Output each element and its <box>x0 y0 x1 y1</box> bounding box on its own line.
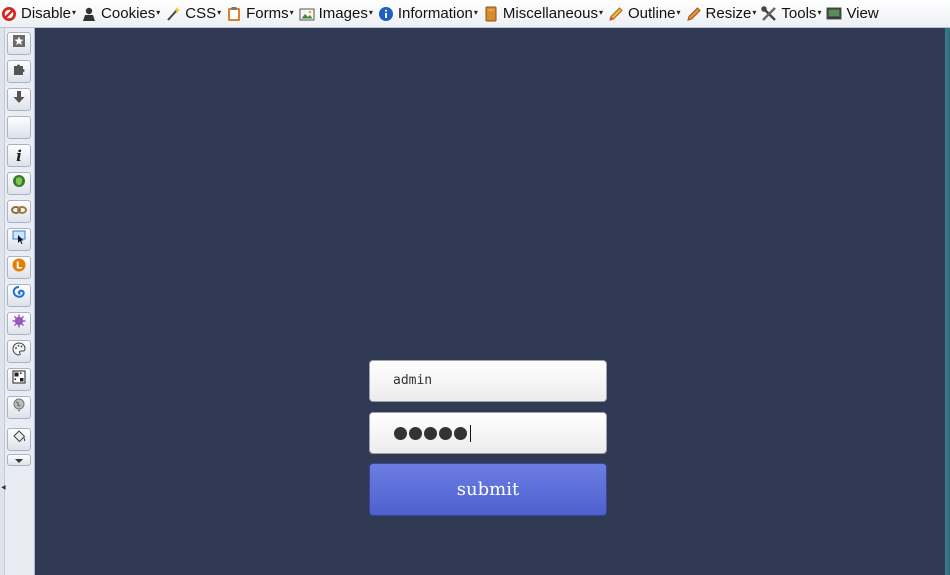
chevron-down-icon: ▾ <box>289 8 294 17</box>
toolbar-images-label: Images <box>318 5 368 22</box>
side-button-swirl[interactable] <box>7 284 31 307</box>
view-monitor-icon <box>826 6 842 22</box>
tools-icon <box>761 5 777 22</box>
toolbar-tools-label: Tools <box>781 5 817 22</box>
collapse-arrow-icon[interactable]: ⯇ <box>0 484 7 493</box>
link-chain-icon <box>11 203 27 221</box>
chevron-down-icon: ▾ <box>368 8 373 17</box>
globe-icon <box>12 398 26 417</box>
password-dot <box>454 426 467 440</box>
side-button-shield[interactable] <box>7 172 31 195</box>
chevron-down-icon: ▾ <box>676 8 681 17</box>
toolbar-miscellaneous-label: Miscellaneous <box>502 5 598 22</box>
disable-icon <box>1 6 17 22</box>
toolbar-information-menu[interactable]: Information ▾ <box>377 1 482 27</box>
toolbar-tools-menu[interactable]: Tools ▾ <box>760 1 825 27</box>
username-value: admin <box>393 373 433 388</box>
purple-burst-icon <box>12 314 26 333</box>
svg-text:L: L <box>16 261 23 272</box>
side-button-grid[interactable] <box>7 368 31 391</box>
toolbar-cookies-menu[interactable]: Cookies ▾ <box>80 1 164 27</box>
side-button-overflow[interactable] <box>7 454 31 466</box>
chevron-down-icon: ▾ <box>473 8 478 17</box>
resize-pencil-icon <box>686 6 702 22</box>
side-button-bookmark[interactable] <box>7 32 31 55</box>
side-button-link[interactable] <box>7 200 31 223</box>
miscellaneous-icon <box>483 6 499 22</box>
side-button-burst[interactable] <box>7 312 31 335</box>
download-arrow-icon <box>12 90 26 109</box>
password-dot <box>439 426 452 440</box>
toolbar-miscellaneous-menu[interactable]: Miscellaneous ▾ <box>482 1 607 27</box>
outline-pencil-icon <box>608 6 624 22</box>
toolbar-disable-menu[interactable]: Disable ▾ <box>0 1 80 27</box>
side-button-bucket[interactable] <box>7 428 31 451</box>
toolbar-view-menu[interactable]: View <box>825 1 882 27</box>
text-cursor <box>470 424 471 442</box>
cookies-icon <box>81 6 97 22</box>
chevron-down-icon: ▾ <box>156 8 161 17</box>
password-dot <box>409 426 422 440</box>
toolbar-view-label: View <box>846 5 879 22</box>
paint-bucket-icon <box>12 430 26 449</box>
toolbar-cookies-label: Cookies <box>101 5 156 22</box>
toolbar-outline-label: Outline <box>627 5 676 22</box>
chevron-down-icon: ▾ <box>72 8 77 17</box>
toolbar-outline-menu[interactable]: Outline ▾ <box>607 1 685 27</box>
side-button-globe[interactable] <box>7 396 31 419</box>
toolbar-forms-menu[interactable]: Forms ▾ <box>225 1 298 27</box>
chevron-down-icon: ▾ <box>817 8 822 17</box>
side-toolbar: ⯇ i L <box>0 28 35 575</box>
password-mask <box>394 422 471 444</box>
username-field[interactable]: admin <box>369 360 607 402</box>
toolbar-css-menu[interactable]: CSS ▾ <box>164 1 225 27</box>
images-icon <box>299 6 315 22</box>
blue-swirl-icon <box>12 286 26 305</box>
shield-icon <box>12 174 26 193</box>
side-button-info[interactable]: i <box>7 144 31 167</box>
window-right-edge <box>944 28 950 575</box>
toolbar-resize-label: Resize <box>705 5 752 22</box>
toolbar-forms-label: Forms <box>246 5 289 22</box>
orange-l-icon: L <box>12 258 26 277</box>
toolbar-information-label: Information <box>397 5 473 22</box>
information-icon <box>378 6 394 22</box>
chevron-down-icon: ▾ <box>217 8 222 17</box>
addon-puzzle-icon <box>12 62 26 81</box>
password-dot <box>394 426 407 440</box>
side-button-pointer[interactable] <box>7 228 31 251</box>
submit-button[interactable]: submit <box>369 463 607 516</box>
side-button-palette[interactable] <box>7 340 31 363</box>
info-italic-icon: i <box>16 146 22 165</box>
palette-icon <box>12 342 26 361</box>
toolbar-css-label: CSS <box>185 5 217 22</box>
toolbar-images-menu[interactable]: Images ▾ <box>298 1 377 27</box>
bookmark-star-icon <box>12 34 26 53</box>
chevron-down-icon: ▾ <box>598 8 603 17</box>
chevron-down-icon: ▾ <box>752 8 757 17</box>
toolbar-disable-label: Disable <box>21 5 72 22</box>
side-button-orange[interactable]: L <box>7 256 31 279</box>
toolbar-resize-menu[interactable]: Resize ▾ <box>685 1 761 27</box>
qr-grid-icon <box>12 370 26 389</box>
side-button-addons[interactable] <box>7 60 31 83</box>
overflow-chevron-icon <box>14 451 24 469</box>
pointer-select-icon <box>12 230 26 249</box>
forms-clipboard-icon <box>226 6 242 22</box>
side-button-download[interactable] <box>7 88 31 111</box>
web-developer-toolbar: Disable ▾ Cookies ▾ CSS ▾ Forms ▾ Images… <box>0 0 950 28</box>
css-wand-icon <box>165 6 181 22</box>
side-button-blank[interactable] <box>7 116 31 139</box>
password-field[interactable] <box>369 412 607 454</box>
password-dot <box>424 426 437 440</box>
